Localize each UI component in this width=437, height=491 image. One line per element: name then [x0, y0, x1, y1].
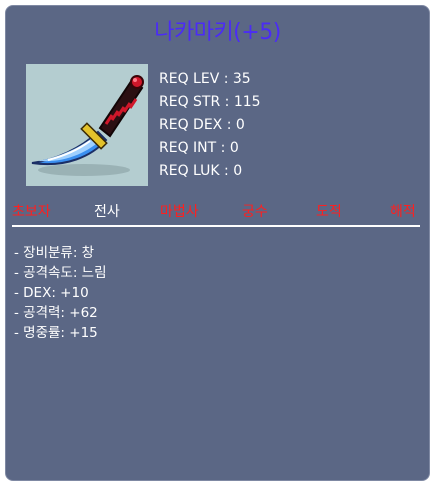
stat-accuracy: - 명중률: +15	[14, 325, 98, 341]
job-beginner: 초보자	[12, 204, 51, 220]
stat-attack-speed: - 공격속도: 느림	[14, 265, 107, 281]
job-bowman: 궁수	[242, 204, 268, 220]
stat-category: - 장비분류: 창	[14, 245, 95, 261]
stats-list: - 장비분류: 창 - 공격속도: 느림 - DEX: +10 - 공격력: +…	[14, 243, 107, 343]
job-warrior: 전사	[94, 204, 120, 220]
item-title: 나카마키(+5)	[154, 20, 281, 45]
item-image	[26, 64, 148, 186]
job-list: 초보자 전사 마법사 궁수 도적 해적	[6, 201, 429, 223]
stat-attack: - 공격력: +62	[14, 305, 98, 321]
knife-icon	[31, 75, 144, 176]
stat-dex: - DEX: +10	[14, 285, 89, 301]
req-luk: REQ LUK : 0	[159, 163, 243, 179]
requirements-list: REQ LEV : 35 REQ STR : 115 REQ DEX : 0 R…	[159, 68, 261, 183]
divider	[12, 225, 420, 227]
req-int: REQ INT : 0	[159, 140, 239, 156]
req-str: REQ STR : 115	[159, 94, 261, 110]
job-pirate: 해적	[390, 204, 416, 220]
req-dex: REQ DEX : 0	[159, 117, 245, 133]
job-thief: 도적	[316, 204, 342, 220]
req-level: REQ LEV : 35	[159, 71, 251, 87]
item-tooltip: 나카마키(+5) REQ LEV : 35 REQ STR : 115 REQ …	[5, 5, 430, 481]
job-magician: 마법사	[160, 204, 199, 220]
